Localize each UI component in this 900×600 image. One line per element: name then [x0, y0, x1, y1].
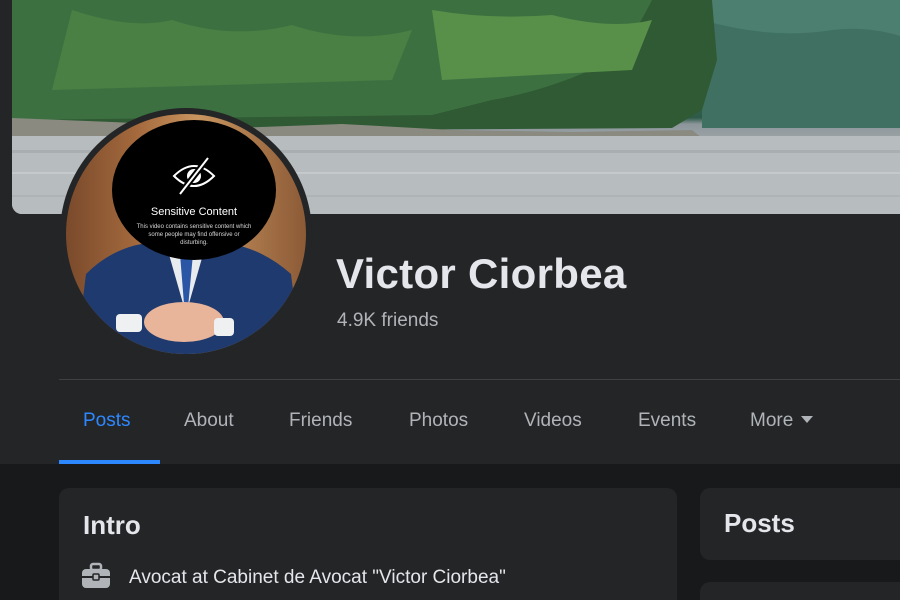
tab-about[interactable]: About — [184, 410, 234, 432]
tab-friends[interactable]: Friends — [289, 410, 352, 432]
tab-more-label: More — [750, 410, 794, 431]
intro-card: Intro Avocat at Cabinet de Avocat "Victo… — [59, 488, 677, 600]
header-divider — [59, 379, 900, 380]
briefcase-icon — [82, 562, 110, 588]
intro-work-text: Avocat at Cabinet de Avocat "Victor Cior… — [129, 567, 506, 588]
caret-down-icon — [801, 416, 814, 423]
active-tab-indicator — [59, 460, 160, 464]
tab-photos[interactable]: Photos — [409, 410, 468, 432]
intro-title: Intro — [83, 510, 141, 540]
friends-count[interactable]: 4.9K friends — [337, 310, 438, 332]
post-composer-card — [700, 582, 900, 600]
profile-avatar[interactable]: Sensitive Content This video contains se… — [60, 108, 312, 360]
posts-title: Posts — [724, 508, 795, 538]
sensitive-content-description: This video contains sensitive content wh… — [136, 224, 252, 246]
eye-slash-icon — [172, 156, 216, 196]
avatar-photo: Sensitive Content This video contains se… — [66, 114, 306, 354]
profile-page: Sensitive Content This video contains se… — [0, 0, 900, 600]
tab-events[interactable]: Events — [638, 410, 696, 432]
sensitive-content-overlay[interactable]: Sensitive Content This video contains se… — [112, 120, 276, 260]
tab-videos[interactable]: Videos — [524, 410, 582, 432]
profile-header: Sensitive Content This video contains se… — [0, 0, 900, 464]
tab-posts[interactable]: Posts — [83, 410, 131, 432]
tab-more[interactable]: More — [750, 410, 814, 432]
posts-card: Posts — [700, 488, 900, 560]
sensitive-content-title: Sensitive Content — [150, 206, 238, 218]
profile-name: Victor Ciorbea — [336, 250, 627, 297]
